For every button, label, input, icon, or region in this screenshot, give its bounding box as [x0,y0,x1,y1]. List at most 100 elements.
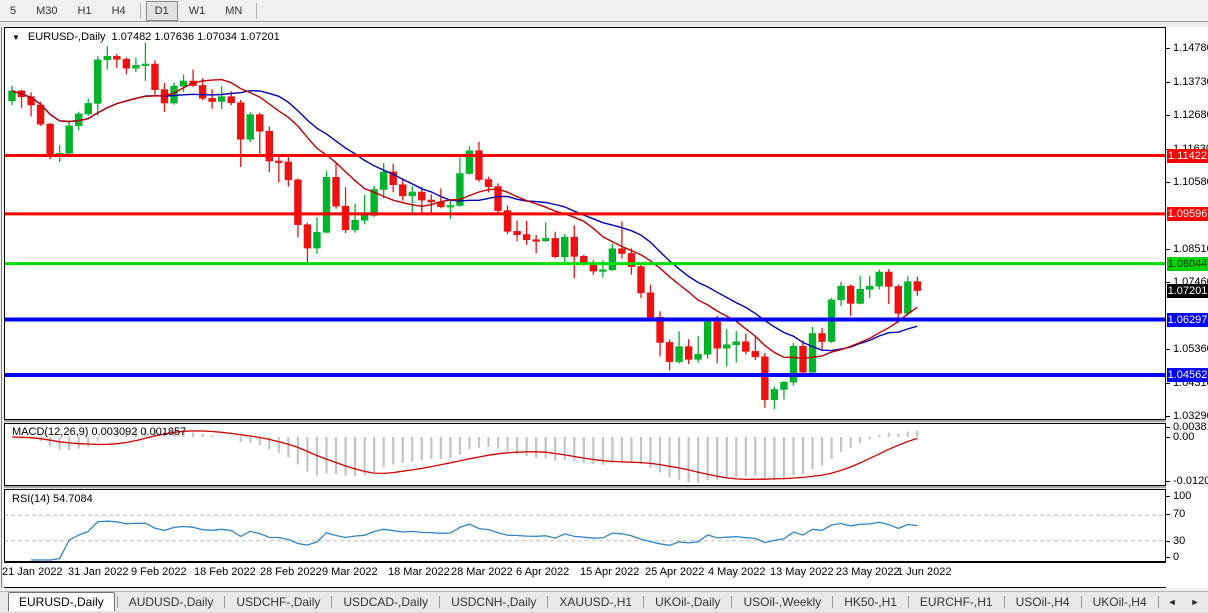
chart-tab-eurusd-daily[interactable]: EURUSD-,Daily [8,592,115,612]
window-left-edge [1,27,2,588]
date-tick-label: 18 Feb 2022 [194,566,256,578]
date-tick-label: 28 Mar 2022 [451,566,513,578]
candle [771,387,778,410]
panel-border [5,28,1166,420]
price-axis: 1.147801.137301.126801.116301.105801.085… [1166,27,1208,588]
rsi-label: RSI(14) 54.7084 [12,493,93,505]
axis-tick [1166,541,1170,542]
date-tick-label: 28 Feb 2022 [260,566,322,578]
timeframe-toolbar: 5M30H1H4 D1W1MN [0,0,1208,22]
price-tick-label: 1.13730 [1173,76,1208,88]
candle [733,331,740,362]
chart-tab-xauusd-h1[interactable]: XAUUSD-,H1 [550,593,641,611]
price-badge-1.04562: 1.04562 [1167,368,1208,382]
axis-tick [1166,182,1170,183]
candle [94,56,101,115]
date-tick-label: 23 May 2022 [836,566,900,578]
price-badge-1.07201: 1.07201 [1167,284,1208,298]
candle [275,155,282,183]
chart-tab-usdchf-daily[interactable]: USDCHF-,Daily [227,593,329,611]
axis-tick [1166,437,1170,438]
macd-tick-label: 0.00 [1173,431,1194,443]
candle [904,276,911,315]
date-tick-label: 9 Mar 2022 [322,566,378,578]
price-tick-label: 1.08510 [1173,243,1208,255]
axis-tick [1166,427,1170,428]
candle [714,316,721,364]
chart-tab-usdcad-daily[interactable]: USDCAD-,Daily [334,593,437,611]
candle [352,204,359,233]
tab-scroll-left-icon[interactable]: ◄ [1161,595,1184,609]
candle [218,86,225,109]
price-tick-label: 1.14780 [1173,42,1208,54]
timeframe-button-M30[interactable]: M30 [27,1,66,21]
chart-tab-usoil-weekly[interactable]: USOil-,Weekly [734,593,830,611]
chart-tab-ukoil-h4[interactable]: UKOil-,H4 [1084,593,1156,611]
candle [523,221,530,245]
tab-scroll-right-icon[interactable]: ► [1184,595,1207,609]
candle [361,195,368,224]
candle [866,276,873,298]
date-tick-label: 21 Jan 2022 [2,566,63,578]
price-tick-label: 1.12680 [1173,109,1208,121]
chart-tab-usoil-h4[interactable]: USOil-,H4 [1007,593,1079,611]
candle [857,276,864,304]
candle [723,329,730,366]
chart-tab-audusd-daily[interactable]: AUDUSD-,Daily [120,593,223,611]
timeframe-button-H1[interactable]: H1 [69,1,101,21]
candle [790,343,797,386]
timeframe-button-W1[interactable]: W1 [180,1,215,21]
candle [704,319,711,359]
candle [247,112,254,142]
rsi-tick-label: 100 [1173,490,1191,502]
timeframe-button-D1[interactable]: D1 [146,1,178,21]
timeframe-button-5[interactable]: 5 [1,1,25,21]
candle [504,205,511,234]
macd-label: MACD(12,26,9) 0.003092 0.001857 [12,426,186,438]
candle [142,43,149,81]
macd-signal-line [12,431,917,480]
candle [209,89,216,109]
candle [466,146,473,174]
candle [56,145,63,162]
date-tick-label: 31 Jan 2022 [68,566,129,578]
candle [85,99,92,116]
candle [256,113,263,157]
tab-divider [1158,596,1159,608]
toolbar-separator [140,3,141,19]
window-bottom-border [4,587,1208,588]
chart-tab-eurchf-h1[interactable]: EURCHF-,H1 [911,593,1002,611]
candle [161,83,168,112]
tab-divider [117,596,118,608]
chart-title-symbol: EURUSD-,Daily [28,31,106,43]
candle [609,244,616,271]
date-tick-label: 13 May 2022 [770,566,834,578]
candle [447,201,454,219]
chart-tab-usdcnh-daily[interactable]: USDCNH-,Daily [442,593,545,611]
candle [571,225,578,278]
candle [371,186,378,217]
axis-tick [1166,48,1170,49]
tab-divider [832,596,833,608]
chart-title-ohlc: 1.07482 1.07636 1.07034 1.07201 [112,31,280,43]
candle [342,187,349,233]
price-badge-1.11422: 1.11422 [1167,149,1208,163]
chart-tab-hk50-h1[interactable]: HK50-,H1 [835,593,906,611]
candle [847,285,854,316]
chart-tab-ukoil-daily[interactable]: UKOil-,Daily [646,593,729,611]
candle [304,223,311,263]
candle [885,269,892,304]
timeframe-button-MN[interactable]: MN [216,1,251,21]
candle [561,234,568,262]
date-tick-label: 9 Feb 2022 [131,566,187,578]
axis-tick [1166,481,1170,482]
candle [437,189,444,209]
timeframe-button-H4[interactable]: H4 [103,1,135,21]
candle [237,100,244,167]
symbol-dropdown-icon[interactable]: ▼ [12,33,20,42]
tab-scroll-buttons: ◄► [1156,595,1207,609]
trading-terminal-window: 5M30H1H4 D1W1MN ▼ EURUSD-,Daily 1.07482 1… [0,0,1208,613]
candle [399,178,406,200]
candle [37,102,44,126]
date-tick-label: 6 Apr 2022 [516,566,569,578]
